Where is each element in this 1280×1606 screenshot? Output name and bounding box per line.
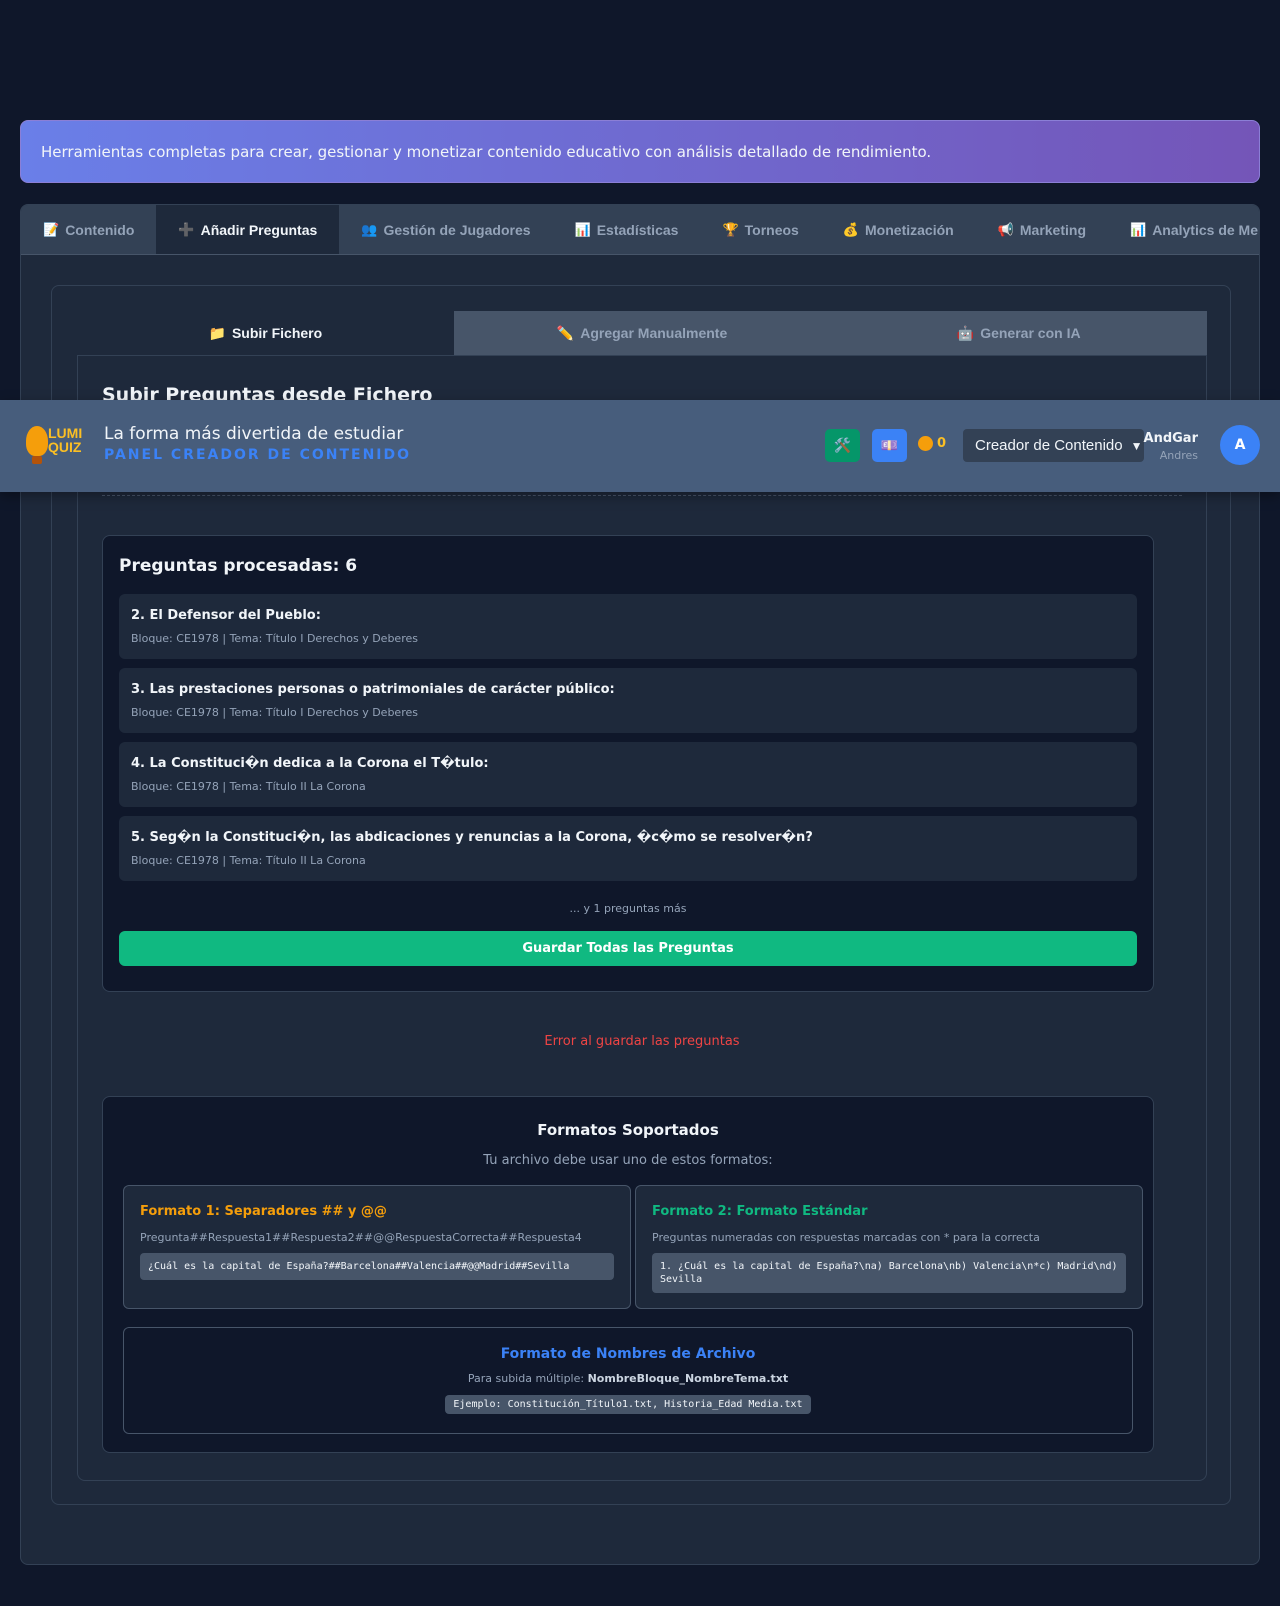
tab-estadisticas[interactable]: 📊 Estadísticas (553, 205, 701, 254)
subtab-label: Generar con IA (980, 325, 1081, 341)
subtab-generar-ia[interactable]: 🤖 Generar con IA (830, 311, 1208, 355)
subtab-subir-fichero[interactable]: 📁 Subir Fichero (77, 311, 454, 355)
format-2-desc: Preguntas numeradas con respuestas marca… (652, 1231, 1040, 1244)
question-text: 5. Seg�n la Constituci�n, las abdicacion… (131, 830, 813, 845)
subtab-agregar-manualmente[interactable]: ✏️ Agregar Manualmente (453, 311, 831, 355)
error-message: Error al guardar las preguntas (544, 1034, 740, 1049)
user-info: AndGar Andres (1144, 431, 1198, 462)
supported-formats: Formatos Soportados Tu archivo debe usar… (102, 1096, 1154, 1453)
tab-label: Gestión de Jugadores (383, 221, 531, 238)
banknote-icon: 💷 (880, 437, 899, 454)
question-text: 2. El Defensor del Pueblo: (131, 608, 321, 623)
list-item: 2. El Defensor del Pueblo: Bloque: CE197… (119, 594, 1137, 659)
megaphone-icon: 📢 (997, 221, 1014, 237)
tab-anadir-preguntas[interactable]: ➕ Añadir Preguntas (156, 205, 340, 254)
question-text: 3. Las prestaciones personas o patrimoni… (131, 682, 615, 697)
tab-label: Marketing (1019, 221, 1086, 238)
question-meta: Bloque: CE1978 | Tema: Título I Derechos… (131, 632, 418, 645)
tab-torneos[interactable]: 🏆 Torneos (700, 205, 820, 254)
subtab-label: Subir Fichero (231, 325, 323, 341)
trophy-icon: 🏆 (722, 221, 739, 237)
processed-questions: Preguntas procesadas: 6 2. El Defensor d… (102, 535, 1154, 992)
lumiquiz-logo[interactable]: LUMI QUIZ (24, 422, 86, 468)
question-meta: Bloque: CE1978 | Tema: Título I Derechos… (131, 706, 418, 719)
processed-title: Preguntas procesadas: 6 (119, 556, 358, 576)
tools-button[interactable]: 🛠️ (825, 429, 860, 462)
filename-format-card: Formato de Nombres de Archivo Para subid… (123, 1327, 1133, 1434)
user-subtitle: Andres (1159, 449, 1198, 462)
users-icon: 👥 (361, 221, 378, 237)
format-2-example: 1. ¿Cuál es la capital de España?\na) Ba… (652, 1253, 1126, 1293)
main-tabs: 📝 Contenido ➕ Añadir Preguntas 👥 Gestión de… (21, 205, 1259, 255)
upload-panel: Subir Preguntas desde Fichero Preguntas … (77, 355, 1207, 1481)
format-1-card: Formato 1: Separadores ## y @@ Pregunta#… (123, 1185, 631, 1309)
robot-icon: 🤖 (956, 324, 975, 341)
tab-label: Añadir Preguntas (200, 221, 318, 238)
formats-subtitle: Tu archivo debe usar uno de estos format… (483, 1153, 773, 1168)
tab-monetizacion[interactable]: 💰 Monetización (821, 205, 976, 254)
list-item: 5. Seg�n la Constituci�n, las abdicacion… (119, 816, 1137, 881)
tab-label: Analytics de Merca (1152, 221, 1259, 238)
app-header: LUMI QUIZ La forma más divertida de estud… (0, 400, 1280, 492)
formats-title: Formatos Soportados (537, 1121, 719, 1139)
tab-marketing[interactable]: 📢 Marketing (976, 205, 1108, 254)
filename-format-desc: Para subida múltiple: NombreBloque_Nombr… (467, 1372, 789, 1385)
tab-label: Torneos (744, 221, 799, 238)
tab-label: Estadísticas (596, 221, 679, 238)
info-banner: Herramientas completas para crear, gesti… (20, 120, 1260, 183)
tab-contenido[interactable]: 📝 Contenido (21, 205, 156, 254)
panel-label: PANEL CREADOR DE CONTENIDO (104, 447, 412, 463)
format-2-card: Formato 2: Formato Estándar Preguntas nu… (635, 1185, 1143, 1309)
save-all-button[interactable]: Guardar Todas las Preguntas (119, 931, 1137, 966)
lightbulb-icon (26, 426, 48, 464)
chart-icon: 📊 (1130, 221, 1147, 237)
chart-icon: 📊 (574, 221, 591, 237)
banner-text: Herramientas completas para crear, gesti… (41, 142, 932, 161)
role-select[interactable]: Creador de Contenido ▼ (963, 429, 1144, 462)
money-button[interactable]: 💷 (872, 429, 907, 462)
caret-down-icon: ▼ (1130, 438, 1143, 453)
upload-mode-tabs: 📁 Subir Fichero ✏️ Agregar Manualmente 🤖 Ge… (77, 311, 1208, 355)
pencil-icon: ✏️ (556, 324, 575, 341)
folder-icon: 📁 (208, 324, 226, 341)
filename-format-example: Ejemplo: Constitución_Título1.txt, Histo… (445, 1395, 811, 1414)
list-item: 3. Las prestaciones personas o patrimoni… (119, 668, 1137, 733)
user-name: AndGar (1143, 431, 1198, 446)
logo-text: LUMI QUIZ (48, 425, 83, 455)
role-value: Creador de Contenido (975, 437, 1123, 454)
question-text: 4. La Constituci�n dedica a la Corona el… (131, 756, 489, 771)
subtab-label: Agregar Manualmente (580, 325, 728, 341)
coin-icon (918, 436, 933, 451)
tools-icon: 🛠️ (833, 437, 852, 454)
plus-icon: ➕ (178, 221, 195, 237)
filename-format-title: Formato de Nombres de Archivo (500, 1346, 756, 1362)
list-item: 4. La Constituci�n dedica a la Corona el… (119, 742, 1137, 807)
format-2-title: Formato 2: Formato Estándar (652, 1204, 868, 1219)
question-meta: Bloque: CE1978 | Tema: Título II La Coro… (131, 780, 366, 793)
header-titles: La forma más divertida de estudiar PANEL… (104, 424, 411, 463)
format-1-desc: Pregunta##Respuesta1##Respuesta2##@@Resp… (140, 1231, 582, 1244)
document-icon: 📝 (43, 221, 60, 237)
question-meta: Bloque: CE1978 | Tema: Título II La Coro… (131, 854, 366, 867)
more-questions-note: ... y 1 preguntas más (569, 902, 687, 915)
tab-analytics[interactable]: 📊 Analytics de Merca (1108, 205, 1259, 254)
format-1-example: ¿Cuál es la capital de España?##Barcelon… (140, 1253, 614, 1280)
coin-count: 0 (937, 436, 947, 451)
format-1-title: Formato 1: Separadores ## y @@ (140, 1204, 387, 1219)
money-bag-icon: 💰 (842, 221, 860, 237)
tab-label: Contenido (65, 221, 135, 238)
tab-gestion-jugadores[interactable]: 👥 Gestión de Jugadores (339, 205, 552, 254)
avatar[interactable]: A (1220, 425, 1260, 465)
tab-label: Monetización (865, 221, 954, 238)
tagline: La forma más divertida de estudiar (104, 424, 404, 444)
question-list: 2. El Defensor del Pueblo: Bloque: CE197… (119, 594, 1137, 890)
coin-balance: 0 (918, 436, 946, 451)
